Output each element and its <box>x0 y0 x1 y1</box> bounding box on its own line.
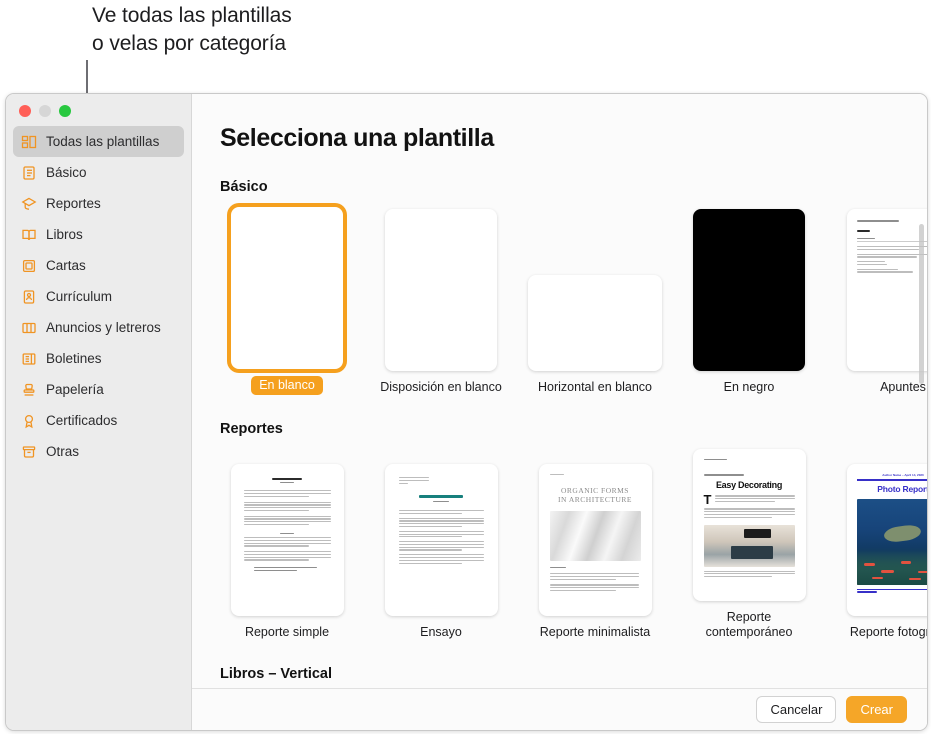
template-thumbnail[interactable] <box>385 209 497 371</box>
template-label: Reporte contemporáneo <box>705 610 793 639</box>
template-tile[interactable]: Author Name – April 14, 2020 Photo Report… <box>836 464 927 640</box>
sidebar-item-label: Cartas <box>46 258 86 273</box>
newsletter-icon <box>21 351 37 367</box>
cancel-button[interactable]: Cancelar <box>756 696 837 723</box>
template-tile[interactable]: En negro <box>682 209 816 395</box>
sidebar-item-label: Anuncios y letreros <box>46 320 161 335</box>
template-label: En negro <box>723 380 775 394</box>
callout-line-2: o velas por categoría <box>92 32 287 55</box>
sidebar-item-label: Todas las plantillas <box>46 134 160 149</box>
sidebar-item-libros[interactable]: Libros <box>13 219 184 250</box>
template-row-reportes: Reporte simple Ensayo ORGANIC FORMS IN ARCH… <box>220 449 927 640</box>
grid-icon <box>21 134 37 150</box>
sidebar-item-certificados[interactable]: Certificados <box>13 405 184 436</box>
zoom-button[interactable] <box>59 105 71 117</box>
section-title-basico: Básico <box>220 179 268 195</box>
sidebar-item-curr-culum[interactable]: Currículum <box>13 281 184 312</box>
sidebar-item-label: Boletines <box>46 351 102 366</box>
sidebar-item-cartas[interactable]: Cartas <box>13 250 184 281</box>
open-book-icon <box>21 227 37 243</box>
template-tile[interactable]: Disposición en blanco <box>374 209 508 395</box>
template-scroll-area[interactable]: Selecciona una plantilla Básico En blanc… <box>192 94 927 688</box>
sidebar-item-label: Libros <box>46 227 83 242</box>
document-icon <box>21 165 37 181</box>
sidebar-item-label: Reportes <box>46 196 101 211</box>
sidebar-item-label: Certificados <box>46 413 118 428</box>
template-thumbnail[interactable] <box>693 209 805 371</box>
sidebar-item-anuncios-y-letreros[interactable]: Anuncios y letreros <box>13 312 184 343</box>
template-tile[interactable]: En blanco <box>220 207 354 395</box>
photo-title: Photo Report <box>877 483 927 494</box>
callout-line-1: Ve todas las plantillas <box>92 4 292 27</box>
close-button[interactable] <box>19 105 31 117</box>
sidebar-item-b-sico[interactable]: Básico <box>13 157 184 188</box>
resume-icon <box>21 289 37 305</box>
vertical-scrollbar[interactable] <box>919 224 924 384</box>
contemporary-title: Easy Decorating <box>715 480 783 491</box>
sidebar-item-label: Papelería <box>46 382 104 397</box>
create-button[interactable]: Crear <box>846 696 907 723</box>
template-tile[interactable]: Horizontal en blanco <box>528 275 662 395</box>
sidebar-item-label: Básico <box>46 165 87 180</box>
template-thumbnail[interactable] <box>528 275 662 371</box>
template-label: Reporte minimalista <box>539 625 651 639</box>
sidebar-item-papeler-a[interactable]: Papelería <box>13 374 184 405</box>
sidebar-item-label: Otras <box>46 444 80 459</box>
box-icon <box>21 444 37 460</box>
template-tile[interactable]: Reporte simple <box>220 464 354 640</box>
graduation-cap-icon <box>21 196 37 212</box>
minimize-button[interactable] <box>39 105 51 117</box>
main-content: Selecciona una plantilla Básico En blanc… <box>192 94 927 730</box>
minimal-title-line1: ORGANIC FORMS <box>561 485 629 495</box>
sidebar-item-boletines[interactable]: Boletines <box>13 343 184 374</box>
sidebar-item-otras[interactable]: Otras <box>13 436 184 467</box>
template-row-basico: En blanco Disposición en blanco Horizontal… <box>220 207 927 395</box>
template-chooser-window: Todas las plantillas Básico Reportes Libros… <box>5 93 928 731</box>
template-tile[interactable]: Apuntes <box>836 209 927 395</box>
template-thumbnail[interactable]: Author Name – April 14, 2020 Photo Report <box>846 464 927 616</box>
stamp-icon <box>21 382 37 398</box>
template-label: Ensayo <box>420 625 462 639</box>
dialog-footer: Cancelar Crear <box>192 688 927 730</box>
sidebar-item-label: Currículum <box>46 289 113 304</box>
template-tile[interactable]: Easy Decorating T Reporte contemporáneo <box>682 449 816 640</box>
template-label: Horizontal en blanco <box>538 380 652 394</box>
template-label: Disposición en blanco <box>380 380 502 394</box>
letter-icon <box>21 258 37 274</box>
template-thumbnail[interactable]: ORGANIC FORMS IN ARCHITECTURE <box>538 464 652 616</box>
section-title-reportes: Reportes <box>220 421 283 437</box>
template-tile[interactable]: Ensayo <box>374 464 508 640</box>
template-label: Reporte simple <box>244 625 330 639</box>
template-label: Apuntes <box>880 380 926 394</box>
callout-text: Ve todas las plantillas o velas por cate… <box>92 2 422 58</box>
template-thumbnail[interactable] <box>847 209 927 371</box>
template-thumbnail[interactable] <box>230 464 344 616</box>
columns-icon <box>21 320 37 336</box>
sidebar: Todas las plantillas Básico Reportes Libros… <box>6 94 192 730</box>
sidebar-item-todas-las-plantillas[interactable]: Todas las plantillas <box>13 126 184 157</box>
page-title: Selecciona una plantilla <box>220 124 494 152</box>
template-thumbnail[interactable] <box>231 207 343 369</box>
template-thumbnail[interactable] <box>384 464 498 616</box>
template-tile[interactable]: ORGANIC FORMS IN ARCHITECTURE Reporte mini… <box>528 464 662 640</box>
section-title-libros: Libros – Vertical <box>220 666 333 682</box>
minimal-title-line2: IN ARCHITECTURE <box>558 495 632 505</box>
award-icon <box>21 413 37 429</box>
template-thumbnail[interactable]: Easy Decorating T <box>692 449 806 601</box>
template-label: En blanco <box>251 376 323 395</box>
window-traffic-lights <box>19 105 71 117</box>
sidebar-category-list: Todas las plantillas Básico Reportes Libros… <box>6 126 191 467</box>
sidebar-item-reportes[interactable]: Reportes <box>13 188 184 219</box>
template-label: Reporte fotográfico <box>849 625 927 639</box>
